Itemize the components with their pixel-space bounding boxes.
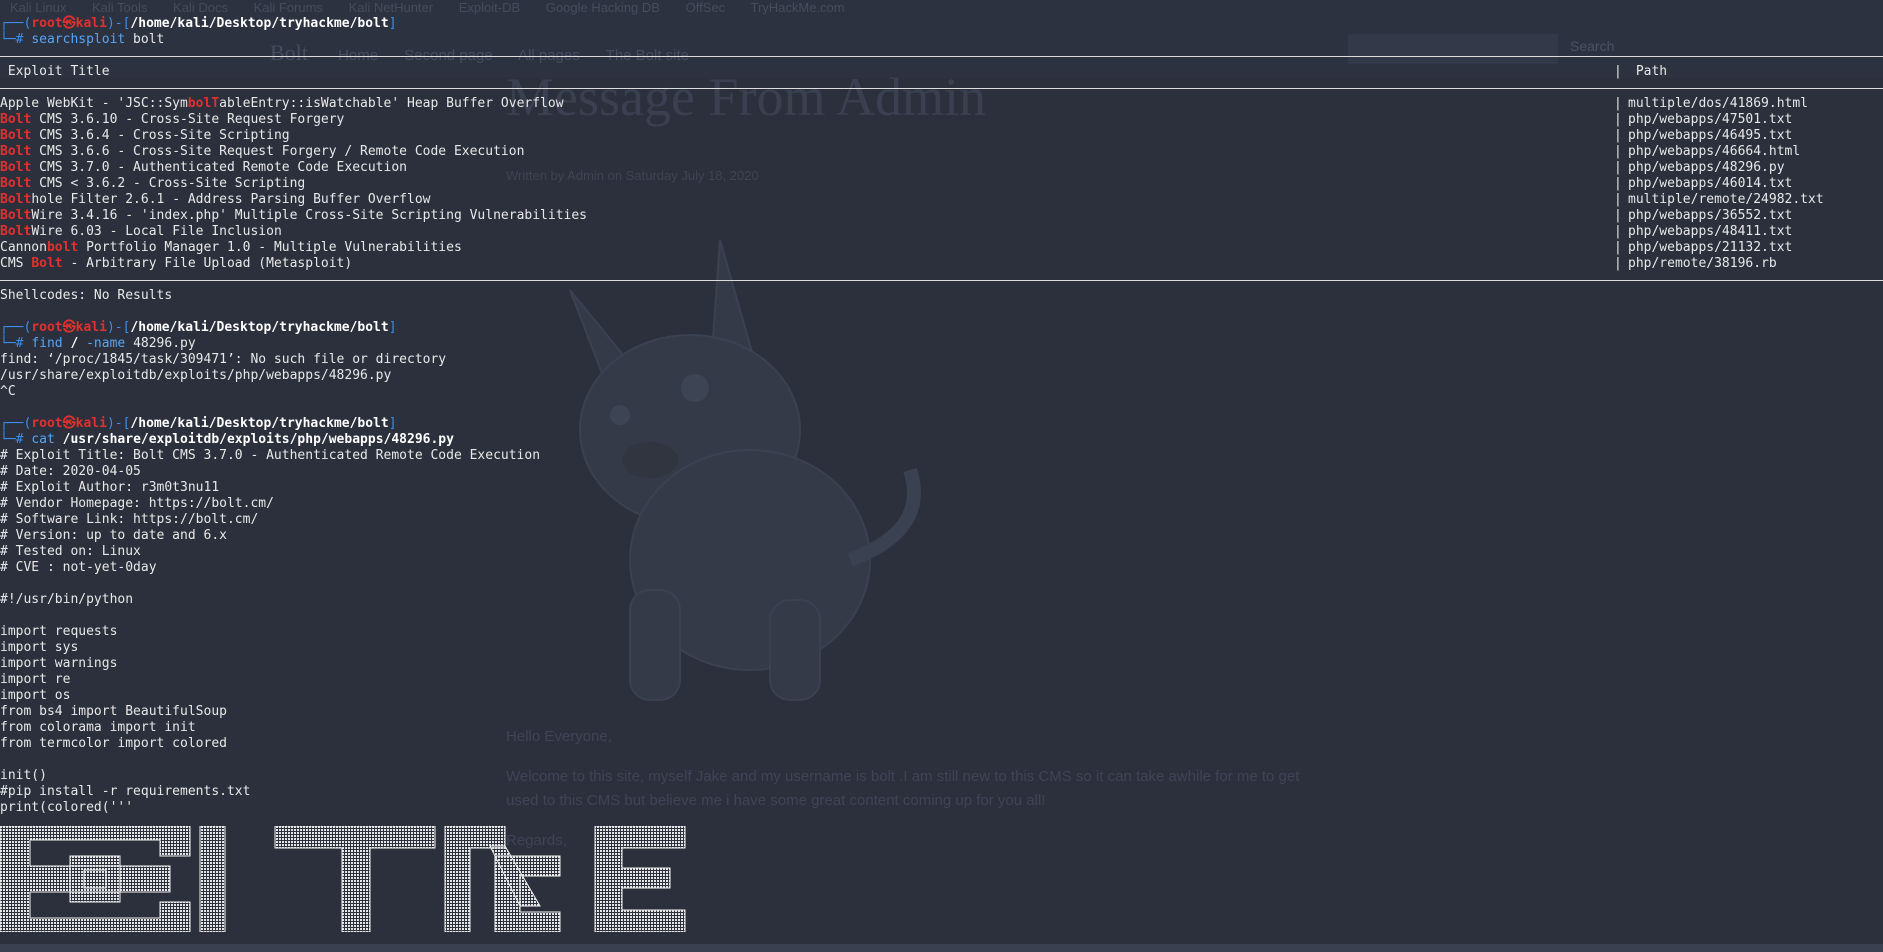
command-line: └─# searchsploit bolt [0,32,165,47]
exploit-path: php/webapps/21132.txt [1628,240,1793,255]
exploit-path: php/webapps/48411.txt [1628,224,1793,239]
file-line: # Vendor Homepage: https://bolt.cm/ [0,496,274,511]
table-divider [0,88,1883,89]
column-separator: | [1614,96,1622,111]
file-line: init() [0,768,47,783]
table-divider [0,56,1883,57]
file-line: # Date: 2020-04-05 [0,464,141,479]
file-line: import requests [0,624,118,639]
prompt-line: ┌──(root㉿kali)-[/home/kali/Desktop/tryha… [0,16,397,31]
exploit-title: Apple WebKit - 'JSC::SymbolTableEntry::i… [0,96,564,111]
exploit-title: Bolt CMS 3.6.4 - Cross-Site Scripting [0,128,290,143]
exploit-title: Bolt CMS 3.6.6 - Cross-Site Request Forg… [0,144,525,159]
file-line: import sys [0,640,79,655]
exploit-title: Bolthole Filter 2.6.1 - Address Parsing … [0,192,431,207]
file-line: # Exploit Author: r3m0t3nu11 [0,480,220,495]
column-separator: | [1614,208,1622,223]
prompt-line: ┌──(root㉿kali)-[/home/kali/Desktop/tryha… [0,416,397,431]
column-separator: | [1614,160,1622,175]
file-line: # CVE : not-yet-0day [0,560,157,575]
table-header-title: Exploit Title [0,64,110,79]
exploit-path: php/remote/38196.rb [1628,256,1777,271]
column-separator: | [1614,224,1622,239]
table-header-path: Path [1628,64,1668,79]
exploit-title: CMS Bolt - Arbitrary File Upload (Metasp… [0,256,353,271]
column-separator: | [1614,256,1622,271]
column-separator: | [1614,192,1622,207]
table-divider [0,280,1883,281]
ascii-art-banner [0,826,686,932]
column-separator: | [1614,128,1622,143]
horizontal-scrollbar[interactable] [0,944,1883,952]
file-line: #pip install -r requirements.txt [0,784,251,799]
column-separator: | [1614,144,1622,159]
file-line: from colorama import init [0,720,196,735]
exploit-title: BoltWire 3.4.16 - 'index.php' Multiple C… [0,208,588,223]
exploit-path: php/webapps/47501.txt [1628,112,1793,127]
prompt-line: ┌──(root㉿kali)-[/home/kali/Desktop/tryha… [0,320,397,335]
exploit-path: php/webapps/46014.txt [1628,176,1793,191]
column-separator: | [1614,112,1622,127]
exploit-title: BoltWire 6.03 - Local File Inclusion [0,224,282,239]
shellcodes-result: Shellcodes: No Results [0,288,173,303]
output-line: /usr/share/exploitdb/exploits/php/webapp… [0,368,392,383]
file-line: import os [0,688,71,703]
exploit-title: Bolt CMS 3.6.10 - Cross-Site Request For… [0,112,345,127]
file-line: # Version: up to date and 6.x [0,528,227,543]
column-separator: | [1614,240,1622,255]
column-separator: | [1614,64,1622,79]
file-line: import warnings [0,656,118,671]
output-line: ^C [0,384,16,399]
exploit-path: php/webapps/36552.txt [1628,208,1793,223]
exploit-path: multiple/remote/24982.txt [1628,192,1824,207]
file-line: # Exploit Title: Bolt CMS 3.7.0 - Authen… [0,448,541,463]
command-line: └─# cat /usr/share/exploitdb/exploits/ph… [0,432,454,447]
file-line: #!/usr/bin/python [0,592,134,607]
terminal-window[interactable]: ┌──(root㉿kali)-[/home/kali/Desktop/tryha… [0,0,1883,952]
exploit-path: php/webapps/46495.txt [1628,128,1793,143]
file-line: from termcolor import colored [0,736,227,751]
exploit-path: php/webapps/48296.py [1628,160,1785,175]
file-line: from bs4 import BeautifulSoup [0,704,227,719]
column-separator: | [1614,176,1622,191]
exploit-path: php/webapps/46664.html [1628,144,1801,159]
exploit-path: multiple/dos/41869.html [1628,96,1809,111]
file-line: # Tested on: Linux [0,544,141,559]
exploit-title: Bolt CMS < 3.6.2 - Cross-Site Scripting [0,176,306,191]
file-line: import re [0,672,71,687]
file-line: # Software Link: https://bolt.cm/ [0,512,259,527]
exploit-title: Cannonbolt Portfolio Manager 1.0 - Multi… [0,240,462,255]
file-line: print(colored(''' [0,800,134,815]
exploit-title: Bolt CMS 3.7.0 - Authenticated Remote Co… [0,160,407,175]
output-line: find: ‘/proc/1845/task/309471’: No such … [0,352,447,367]
command-line: └─# find / -name 48296.py [0,336,196,351]
